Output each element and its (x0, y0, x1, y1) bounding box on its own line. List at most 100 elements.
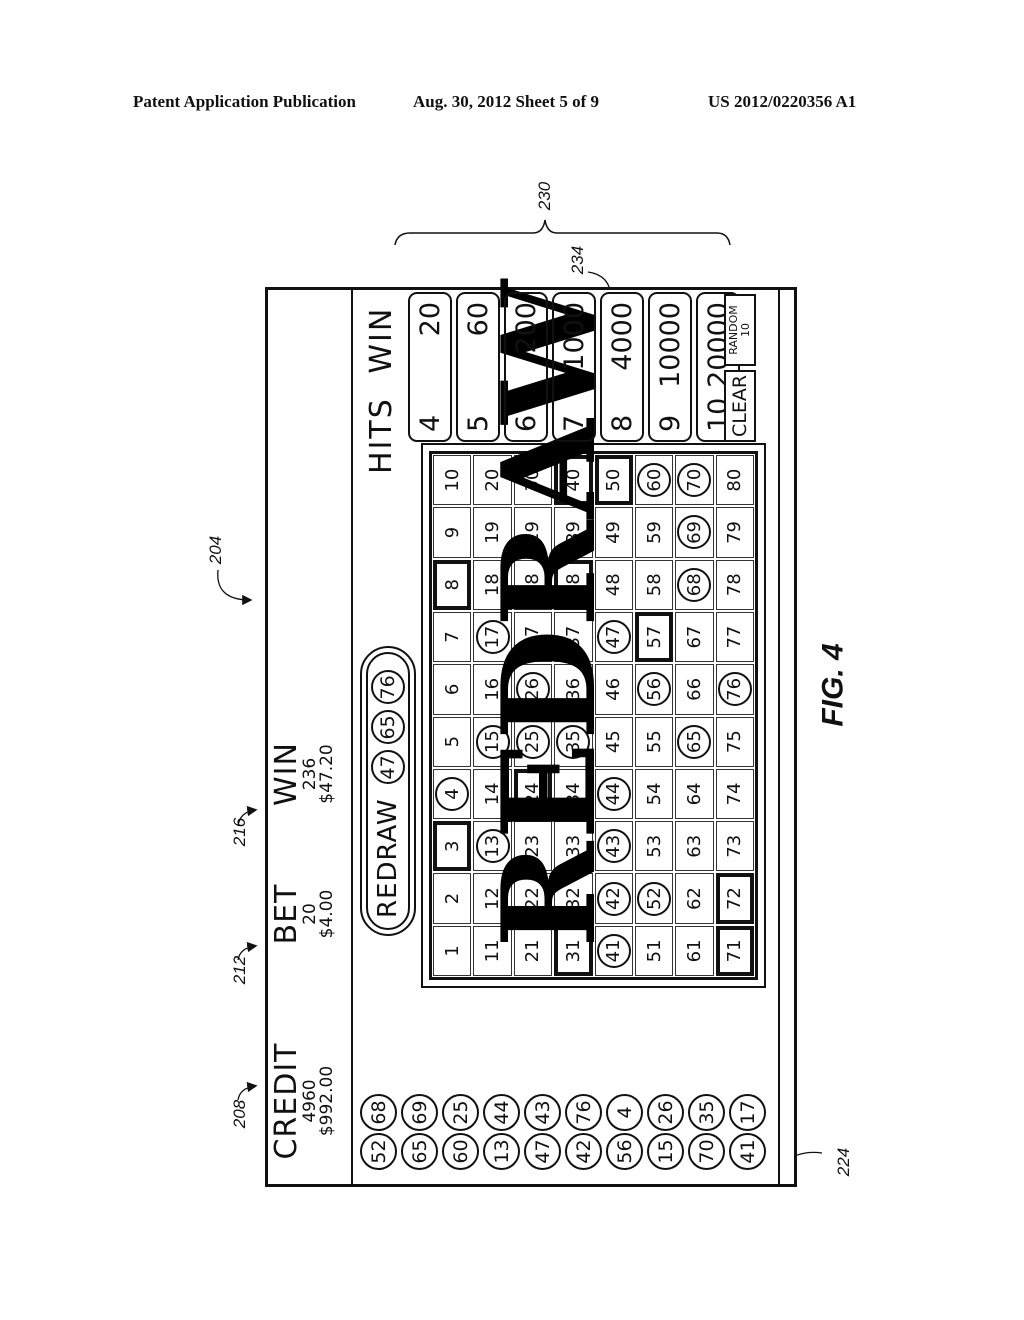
keno-cell[interactable]: 28 (513, 559, 553, 610)
keno-cell[interactable]: 47 (594, 611, 633, 663)
keno-cell[interactable]: 45 (594, 716, 633, 767)
keno-cell[interactable]: 44 (594, 768, 633, 820)
keno-cell[interactable]: 76 (715, 664, 754, 715)
keno-cell[interactable]: 10 (433, 455, 472, 506)
keno-cell[interactable]: 26 (513, 664, 553, 715)
keno-cell[interactable]: 61 (675, 925, 714, 976)
keno-cell[interactable]: 53 (634, 821, 674, 872)
keno-cell[interactable]: 50 (594, 455, 633, 506)
keno-cell[interactable]: 67 (675, 611, 714, 663)
keno-cell[interactable]: 32 (554, 873, 593, 924)
keno-cell[interactable]: 25 (513, 716, 553, 767)
clear-button[interactable]: CLEAR (724, 370, 756, 442)
drawn-ball: 15 (647, 1133, 684, 1170)
keno-cell[interactable]: 49 (594, 507, 633, 558)
keno-cell[interactable]: 57 (634, 611, 674, 663)
drawn-circle-marker: 56 (637, 672, 672, 707)
keno-cell[interactable]: 58 (634, 559, 674, 610)
keno-cell[interactable]: 6 (433, 664, 472, 715)
keno-cell[interactable]: 7 (433, 611, 472, 663)
keno-cell[interactable]: 59 (634, 507, 674, 558)
paytable-win: 20 (414, 302, 446, 337)
redraw-button-inner: REDRAW 47 65 76 (366, 652, 410, 930)
keno-cell[interactable]: 30 (513, 455, 553, 506)
keno-cell[interactable]: 35 (554, 716, 593, 767)
drawn-circle-marker: 17 (475, 620, 510, 655)
keno-cell[interactable]: 11 (473, 925, 512, 976)
random-count: 10 (739, 323, 752, 337)
credit-label: CREDIT (269, 1042, 304, 1160)
keno-cell[interactable]: 77 (715, 611, 754, 663)
keno-cell[interactable]: 12 (473, 873, 512, 924)
keno-cell[interactable]: 23 (513, 821, 553, 872)
keno-cell[interactable]: 29 (513, 507, 553, 558)
keno-cell[interactable]: 51 (634, 925, 674, 976)
keno-cell[interactable]: 66 (675, 664, 714, 715)
keno-cell[interactable]: 34 (554, 768, 593, 820)
keno-cell[interactable]: 17 (473, 611, 512, 663)
keno-cell[interactable]: 15 (473, 716, 512, 767)
keno-cell[interactable]: 40 (554, 455, 593, 506)
keno-cell[interactable]: 65 (675, 716, 714, 767)
keno-cell[interactable]: 43 (594, 821, 633, 872)
paytable-hits: 5 (462, 414, 494, 432)
keno-cell[interactable]: 1 (433, 925, 472, 976)
keno-cell[interactable]: 9 (433, 507, 472, 558)
keno-cell[interactable]: 38 (554, 559, 593, 610)
keno-cell[interactable]: 62 (675, 873, 714, 924)
keno-cell[interactable]: 68 (675, 559, 714, 610)
keno-cell[interactable]: 27 (513, 611, 553, 663)
keno-cell[interactable]: 3 (433, 821, 472, 872)
keno-cell[interactable]: 41 (594, 925, 633, 976)
keno-cell[interactable]: 72 (715, 873, 754, 924)
keno-cell[interactable]: 19 (473, 507, 512, 558)
keno-cell[interactable]: 74 (715, 768, 754, 820)
paytable-row: 6 200 (504, 292, 548, 442)
keno-cell[interactable]: 79 (715, 507, 754, 558)
keno-cell[interactable]: 70 (675, 455, 714, 506)
keno-cell[interactable]: 16 (473, 664, 512, 715)
credit-meter: CREDIT 4960 $992.00 (269, 1026, 337, 1176)
keno-cell[interactable]: 42 (594, 873, 633, 924)
keno-cell[interactable]: 8 (433, 559, 472, 610)
keno-cell[interactable]: 13 (473, 821, 512, 872)
keno-cell[interactable]: 63 (675, 821, 714, 872)
drawn-ball: 44 (483, 1094, 520, 1131)
keno-cell[interactable]: 39 (554, 507, 593, 558)
keno-cell[interactable]: 33 (554, 821, 593, 872)
win-amount: $47.20 (317, 744, 337, 804)
keno-cell[interactable]: 4 (433, 768, 472, 820)
keno-cell[interactable]: 73 (715, 821, 754, 872)
keno-cell[interactable]: 52 (634, 873, 674, 924)
keno-cell[interactable]: 69 (675, 507, 714, 558)
keno-cell[interactable]: 36 (554, 664, 593, 715)
keno-cell[interactable]: 78 (715, 559, 754, 610)
keno-cell[interactable]: 31 (554, 925, 593, 976)
keno-cell[interactable]: 48 (594, 559, 633, 610)
keno-grid: 1 2 3 4 5 6 7 8 9 10 11 12 13 14 15 16 17 18 19 20 21 22 23 24 2… (429, 451, 758, 980)
keno-cell[interactable]: 71 (715, 925, 754, 976)
ref-drawn-balls: 224 (834, 1147, 854, 1177)
keno-cell[interactable]: 20 (473, 455, 512, 506)
keno-cell[interactable]: 75 (715, 716, 754, 767)
keno-cell[interactable]: 54 (634, 768, 674, 820)
drawn-ball: 52 (360, 1133, 397, 1170)
paytable-bracket (394, 219, 731, 246)
keno-cell[interactable]: 60 (634, 455, 674, 506)
random-10-button[interactable]: RANDOM 10 (724, 294, 756, 366)
keno-cell[interactable]: 64 (675, 768, 714, 820)
keno-cell[interactable]: 2 (433, 873, 472, 924)
keno-cell[interactable]: 18 (473, 559, 512, 610)
keno-cell[interactable]: 46 (594, 664, 633, 715)
keno-cell[interactable]: 55 (634, 716, 674, 767)
keno-cell[interactable]: 24 (513, 768, 553, 820)
keno-cell[interactable]: 56 (634, 664, 674, 715)
keno-cell[interactable]: 5 (433, 716, 472, 767)
redraw-button[interactable]: REDRAW 47 65 76 (360, 646, 416, 936)
keno-cell[interactable]: 80 (715, 455, 754, 506)
keno-cell[interactable]: 37 (554, 611, 593, 663)
keno-cell[interactable]: 14 (473, 768, 512, 820)
keno-cell[interactable]: 21 (513, 925, 553, 976)
drawn-circle-marker: 44 (596, 776, 631, 811)
keno-cell[interactable]: 22 (513, 873, 553, 924)
